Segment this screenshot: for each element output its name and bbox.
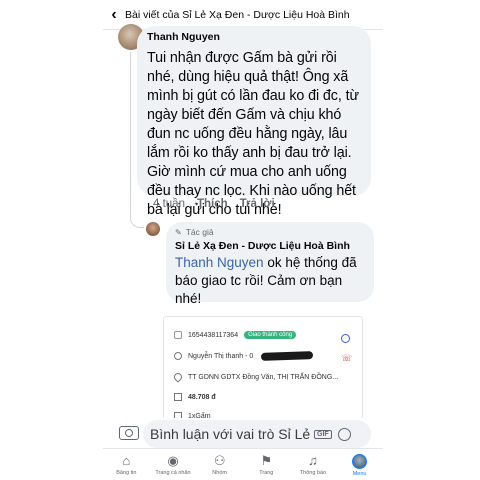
reply-bubble[interactable]: ✎ Tác giả Sỉ Lẻ Xạ Đen - Dược Liệu Hoà B…	[166, 222, 374, 306]
nav-item-pages[interactable]: ⚑ Trang	[243, 449, 289, 480]
thread-connector	[130, 212, 144, 228]
comment-placeholder: Bình luận với vai trò Sỉ Lẻ...	[150, 426, 310, 442]
bell-icon: ♫	[308, 453, 318, 468]
reply-author-name[interactable]: Sỉ Lẻ Xạ Đen - Dược Liệu Hoà Bình	[175, 240, 365, 252]
redaction-mark	[261, 351, 314, 361]
recipient-name: Nguyễn Thị thanh - 0	[188, 352, 254, 360]
nav-label: Trang	[259, 470, 274, 476]
person-icon	[174, 352, 182, 360]
commenter-name[interactable]: Thanh Nguyen	[147, 31, 361, 43]
comment-actions: 4 tuần Thích Trả lời	[153, 198, 275, 210]
checkbox-icon	[174, 331, 182, 339]
address-row: TT GDNN GDTX Đồng Văn, THỊ TRẤN ĐỒNG...	[172, 371, 339, 383]
groups-icon: ⚇	[213, 453, 226, 468]
comment-time: 4 tuần	[153, 198, 185, 210]
cash-icon	[174, 393, 182, 401]
mention-link[interactable]: Thanh Nguyen	[175, 255, 264, 270]
author-badge-icon: ✎	[175, 227, 182, 237]
nav-label: Bảng tin	[116, 470, 137, 476]
nav-label: Menu	[352, 471, 367, 477]
nav-label: Thông báo	[299, 470, 327, 476]
gif-button[interactable]: GIF	[314, 429, 332, 439]
nav-item-profile[interactable]: ◉ Trang cá nhân	[150, 449, 196, 480]
phone-icon: ☏	[341, 353, 353, 363]
author-badge-label: Tác giả	[185, 227, 214, 237]
camera-icon[interactable]	[119, 426, 139, 440]
nav-label: Trang cá nhân	[155, 470, 191, 476]
comment-bubble[interactable]: Thanh Nguyen Tui nhận được Gấm bà gửi rồ…	[137, 26, 371, 218]
location-pin-icon	[172, 371, 184, 383]
order-code: 1654438117364	[188, 331, 239, 339]
nav-label: Nhóm	[212, 470, 227, 476]
reply-text: Thanh Nguyen ok hệ thống đã báo giao tc …	[175, 254, 365, 308]
home-icon: ⌂	[122, 453, 131, 468]
comment-text: Tui nhận được Gấm bà gửi rồi nhé, dùng h…	[147, 50, 359, 218]
thread-line	[130, 52, 131, 212]
page-title: Bài viết của Sỉ Lẻ Xạ Đen - Dược Liệu Ho…	[125, 8, 350, 21]
support-icon	[341, 334, 350, 343]
flag-icon: ⚑	[260, 453, 273, 468]
nav-item-menu[interactable]: Menu	[337, 449, 383, 480]
nav-item-groups[interactable]: ⚇ Nhóm	[197, 449, 243, 480]
recipient-row: Nguyễn Thị thanh - 0	[174, 351, 314, 361]
amount-row: 48.708 đ	[174, 393, 216, 401]
menu-avatar	[352, 454, 368, 469]
profile-icon: ◉	[167, 453, 179, 468]
order-code-row: 1654438117364 Giao thành công	[174, 331, 297, 339]
comment-input[interactable]: Bình luận với vai trò Sỉ Lẻ... GIF	[143, 420, 371, 448]
address-text: TT GDNN GDTX Đồng Văn, THỊ TRẤN ĐỒNG...	[188, 373, 339, 381]
order-screenshot[interactable]: 1654438117364 Giao thành công Nguyễn Thị…	[163, 316, 363, 426]
author-avatar[interactable]	[146, 222, 160, 236]
delivery-status-badge: Giao thành công	[244, 331, 297, 339]
nav-item-feed[interactable]: ⌂ Bảng tin	[103, 449, 149, 480]
back-arrow-icon[interactable]: ‹	[103, 0, 125, 30]
order-amount: 48.708 đ	[188, 393, 216, 401]
nav-item-notifications[interactable]: ♫ Thông báo	[290, 449, 336, 480]
emoji-icon[interactable]	[337, 427, 351, 441]
bottom-nav: ⌂ Bảng tin ◉ Trang cá nhân ⚇ Nhóm ⚑ Tran…	[103, 448, 383, 480]
reply-button[interactable]: Trả lời	[240, 198, 275, 210]
comment-composer: Bình luận với vai trò Sỉ Lẻ... GIF	[103, 418, 383, 448]
author-badge: ✎ Tác giả	[175, 227, 365, 237]
like-button[interactable]: Thích	[197, 198, 228, 210]
